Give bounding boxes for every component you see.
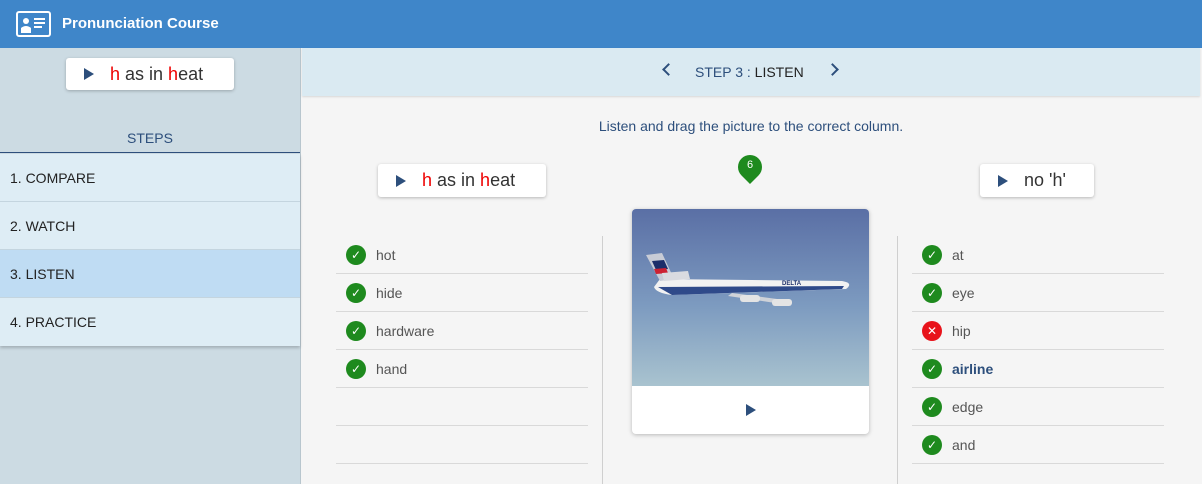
step-listen[interactable]: 3. LISTEN (0, 250, 300, 298)
h-word-list[interactable]: ✓ hot ✓ hide ✓ hardware ✓ hand (336, 236, 588, 464)
cross-icon: ✕ (922, 320, 942, 341)
check-icon: ✓ (346, 358, 366, 379)
airline-livery-text: DELTA (782, 281, 802, 287)
sidebar-sound-button[interactable]: h as in heat (66, 58, 234, 90)
list-item: ✓ hand (336, 350, 588, 388)
check-icon: ✓ (922, 282, 942, 303)
word-label: hot (376, 246, 396, 263)
check-icon: ✓ (922, 434, 942, 455)
word-label: eye (952, 284, 975, 301)
sound-letter: h (422, 170, 433, 190)
steps-heading: STEPS (0, 130, 300, 153)
sound-word-letter: h (168, 63, 179, 84)
word-label: airline (952, 360, 994, 377)
no-h-play-button[interactable]: no 'h' (980, 164, 1094, 197)
next-step-icon[interactable] (826, 63, 839, 76)
check-icon: ✓ (922, 396, 942, 417)
step-label: 1. COMPARE (10, 169, 96, 186)
app-header: Pronunciation Course (0, 0, 1202, 48)
step-name: LISTEN (754, 64, 804, 80)
previous-step-icon[interactable] (662, 63, 675, 76)
sound-word-letter: h (480, 170, 491, 190)
column-divider (602, 236, 603, 484)
check-icon: ✓ (346, 244, 366, 265)
step-header: STEP 3 : LISTEN (302, 48, 1200, 96)
list-item: ✓ airline (912, 350, 1164, 388)
list-item: ✓ hardware (336, 312, 588, 350)
word-label: and (952, 436, 976, 453)
check-icon: ✓ (346, 282, 366, 303)
sound-word-rest: eat (178, 63, 204, 84)
list-item: ✓ hide (336, 274, 588, 312)
step-label: 4. PRACTICE (10, 314, 97, 330)
step-prefix: STEP 3 : (695, 64, 755, 80)
step-label: 3. LISTEN (10, 265, 75, 282)
word-label: hand (376, 360, 408, 377)
empty-slot (336, 388, 588, 426)
no-h-word-list[interactable]: ✓ at ✓ eye ✕ hip ✓ airline ✓ edge ✓ and (912, 236, 1164, 464)
empty-slot (336, 426, 588, 464)
play-icon (998, 174, 1008, 187)
check-icon: ✓ (346, 320, 366, 341)
word-label: hardware (376, 322, 435, 339)
word-label: hide (376, 284, 403, 301)
play-icon (84, 68, 94, 80)
list-item: ✓ edge (912, 388, 1164, 426)
check-icon: ✓ (922, 358, 942, 379)
word-label: at (952, 246, 964, 263)
sound-letter: h (110, 63, 121, 84)
app-title: Pronunciation Course (62, 15, 219, 32)
word-label: edge (952, 398, 984, 415)
draggable-picture-card[interactable]: DELTA (632, 209, 869, 434)
list-item: ✕ hip (912, 312, 1164, 350)
sound-middle: as in (120, 63, 169, 84)
step-label: 2. WATCH (10, 217, 76, 234)
sound-word-rest: eat (490, 170, 516, 190)
remaining-counter: 6 (746, 159, 754, 171)
step-watch[interactable]: 2. WATCH (0, 202, 300, 250)
word-label: hip (952, 322, 971, 339)
sidebar: h as in heat STEPS 1. COMPARE 2. WATCH 3… (0, 48, 301, 484)
column-divider (897, 236, 898, 484)
step-title: STEP 3 : LISTEN (695, 64, 804, 80)
play-icon (396, 174, 406, 187)
airplane-image: DELTA (632, 209, 869, 386)
list-item: ✓ and (912, 426, 1164, 464)
list-item: ✓ at (912, 236, 1164, 274)
instruction-text: Listen and drag the picture to the corre… (598, 118, 904, 134)
no-h-label: no 'h' (1024, 170, 1066, 190)
presenter-board-icon (16, 11, 51, 37)
check-icon: ✓ (922, 244, 942, 265)
play-icon[interactable] (746, 404, 756, 416)
list-item: ✓ hot (336, 236, 588, 274)
step-list: 1. COMPARE 2. WATCH 3. LISTEN 4. PRACTIC… (0, 154, 300, 346)
h-sound-play-button[interactable]: h as in heat (378, 164, 546, 197)
sound-middle: as in (432, 170, 481, 190)
step-practice[interactable]: 4. PRACTICE (0, 298, 300, 346)
step-compare[interactable]: 1. COMPARE (0, 154, 300, 202)
list-item: ✓ eye (912, 274, 1164, 312)
